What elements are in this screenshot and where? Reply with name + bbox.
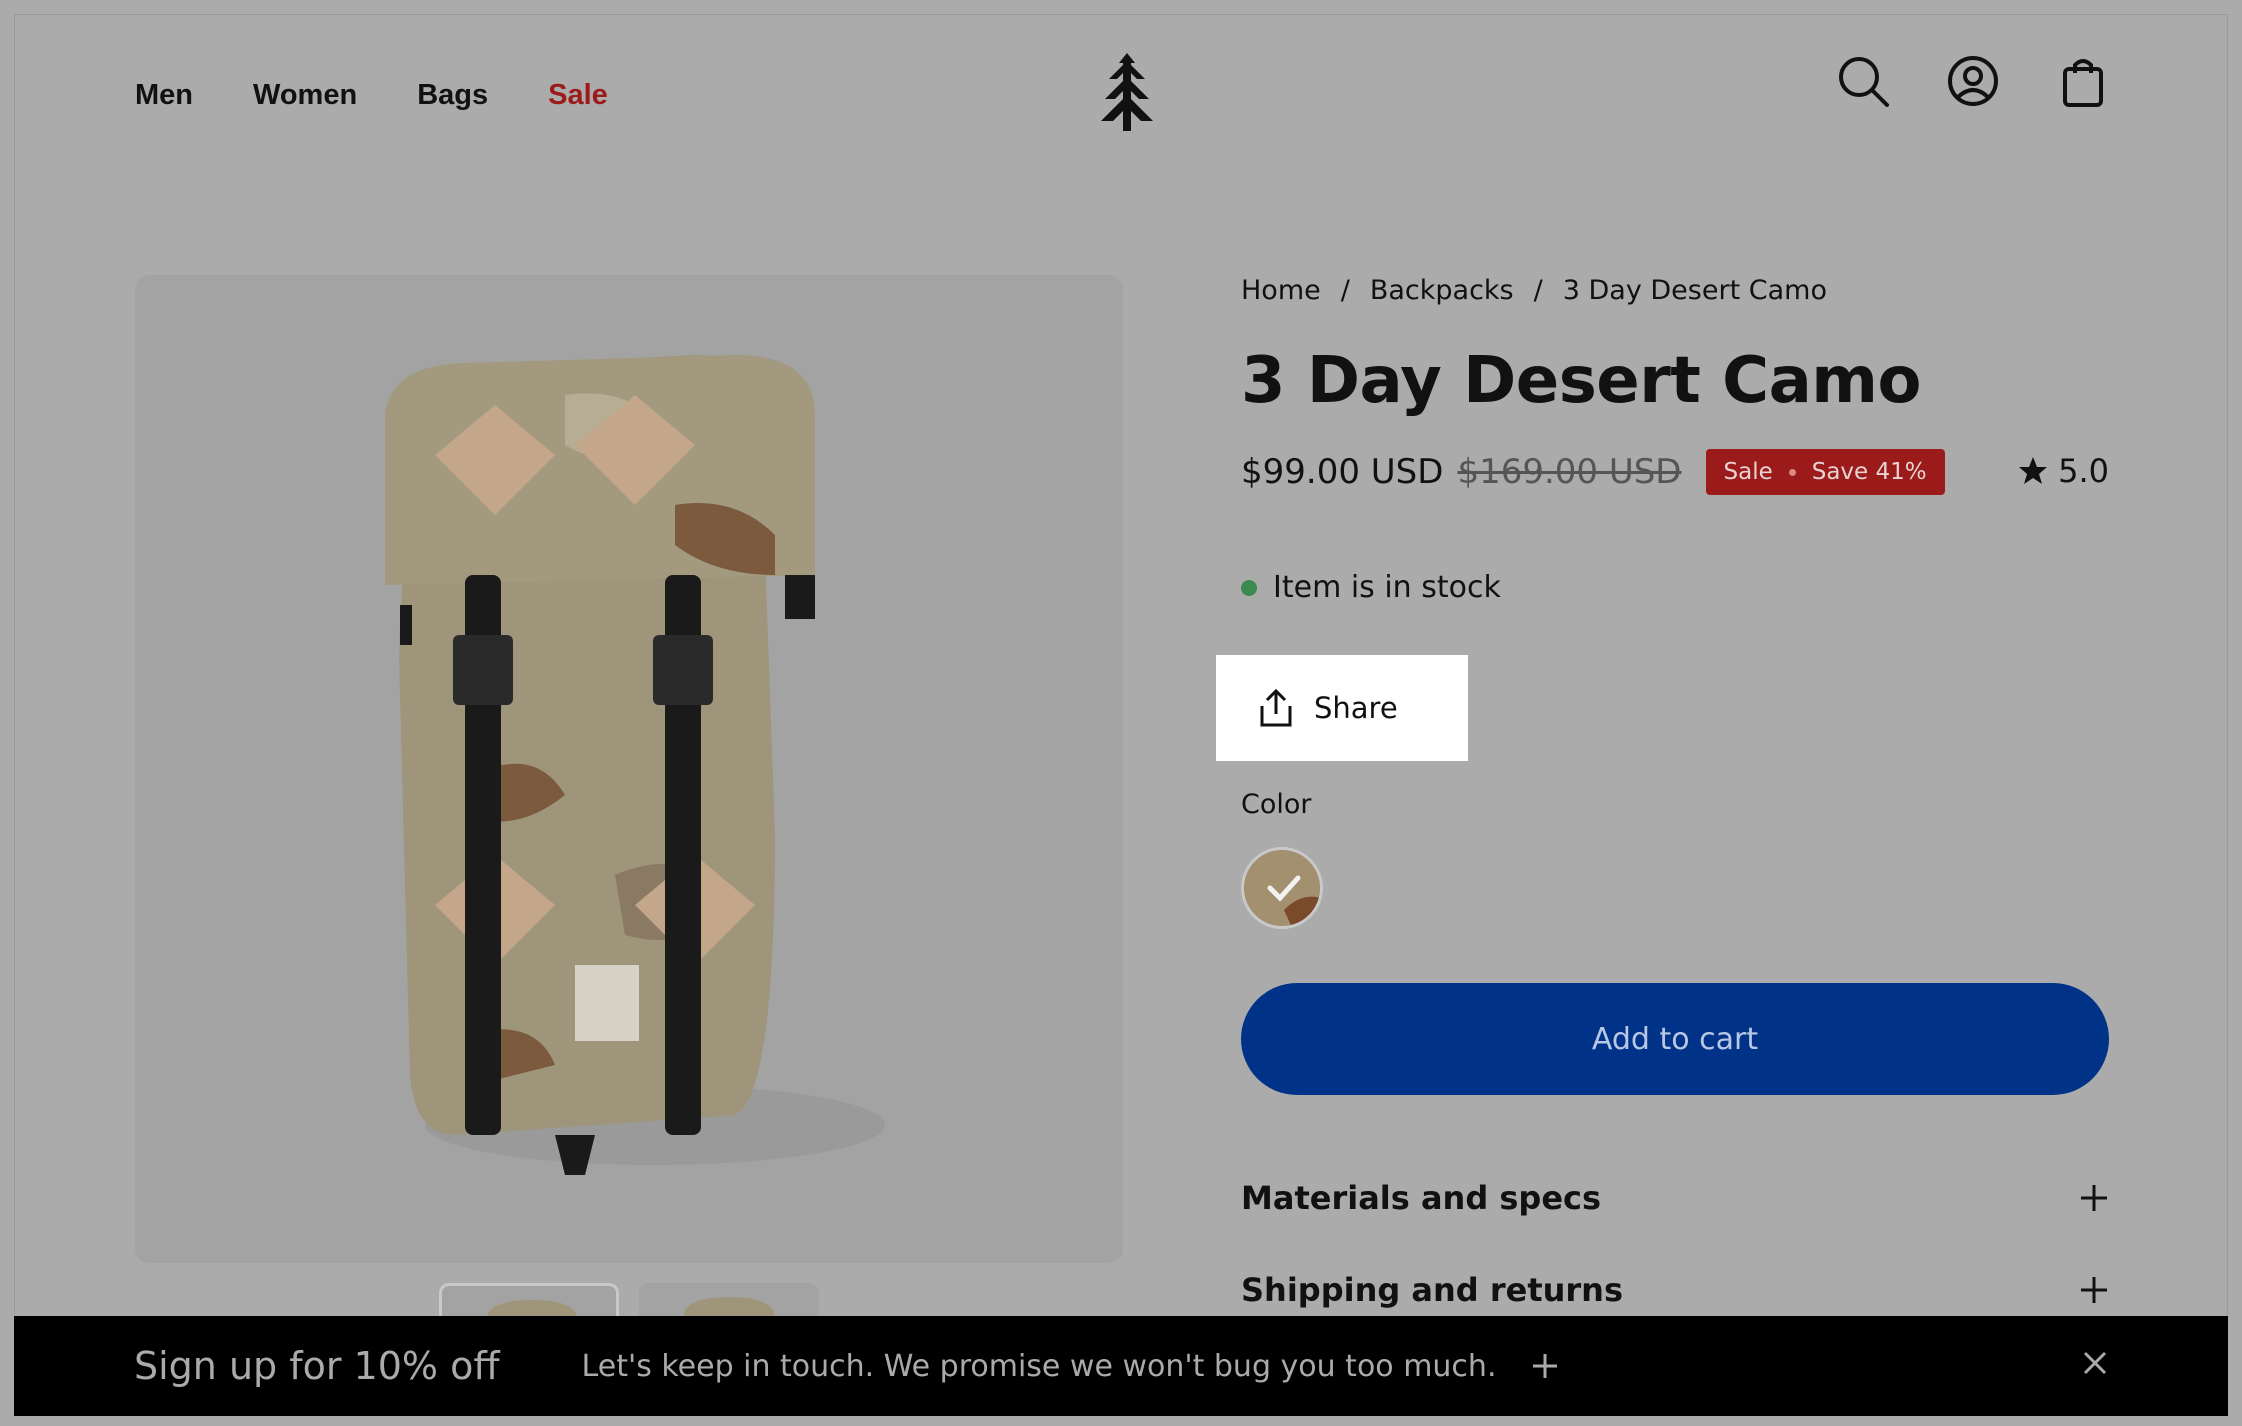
plus-icon bbox=[2081, 1185, 2107, 1211]
page-frame: Men Women Bags Sale Home / Backpacks / 3… bbox=[14, 14, 2228, 1414]
main-nav: Men Women Bags Sale bbox=[135, 79, 608, 112]
share-button[interactable]: Share bbox=[1216, 655, 1468, 761]
breadcrumb-separator: / bbox=[1533, 275, 1543, 306]
color-label: Color bbox=[1241, 789, 1312, 820]
accordion-materials[interactable]: Materials and specs bbox=[1241, 1179, 2109, 1217]
cart-bag-icon[interactable] bbox=[2055, 53, 2111, 109]
stock-text: Item is in stock bbox=[1273, 570, 1501, 605]
signup-title[interactable]: Sign up for 10% off bbox=[134, 1344, 500, 1388]
color-swatch-desert-camo[interactable] bbox=[1241, 847, 1323, 929]
rating[interactable]: 5.0 bbox=[2018, 452, 2109, 490]
add-to-cart-button[interactable]: Add to cart bbox=[1241, 983, 2109, 1095]
breadcrumb-separator: / bbox=[1340, 275, 1350, 306]
product-image[interactable] bbox=[135, 275, 1123, 1263]
save-badge-label: Save 41% bbox=[1811, 459, 1927, 485]
product-title: 3 Day Desert Camo bbox=[1241, 344, 1921, 418]
nav-bags[interactable]: Bags bbox=[417, 79, 488, 112]
breadcrumb-backpacks[interactable]: Backpacks bbox=[1370, 275, 1514, 306]
account-icon[interactable] bbox=[1945, 53, 2001, 109]
search-icon[interactable] bbox=[1835, 53, 1891, 109]
badge-dot-icon bbox=[1788, 468, 1796, 476]
accordion-materials-label: Materials and specs bbox=[1241, 1179, 1602, 1217]
breadcrumb-home[interactable]: Home bbox=[1241, 275, 1321, 306]
star-icon bbox=[2019, 457, 2048, 484]
price-row: $99.00 USD $169.00 USD Sale Save 41% 5.0 bbox=[1241, 446, 2109, 498]
accordion-shipping[interactable]: Shipping and returns bbox=[1241, 1271, 2109, 1309]
stock-status: Item is in stock bbox=[1241, 570, 2109, 605]
compare-price: $169.00 USD bbox=[1457, 452, 1682, 492]
breadcrumb: Home / Backpacks / 3 Day Desert Camo bbox=[1241, 275, 2109, 306]
header-icons bbox=[1835, 53, 2111, 109]
nav-men[interactable]: Men bbox=[135, 79, 193, 112]
sale-badge: Sale Save 41% bbox=[1705, 449, 1945, 495]
signup-message: Let's keep in touch. We promise we won't… bbox=[581, 1348, 1497, 1384]
plus-icon bbox=[2081, 1277, 2107, 1303]
tree-logo-icon[interactable] bbox=[1087, 43, 1167, 139]
in-stock-dot-icon bbox=[1241, 579, 1257, 596]
sale-badge-label: Sale bbox=[1723, 459, 1773, 485]
nav-women[interactable]: Women bbox=[253, 79, 357, 112]
signup-bar: Sign up for 10% off Let's keep in touch.… bbox=[14, 1316, 2228, 1416]
close-icon[interactable] bbox=[2080, 1348, 2110, 1378]
nav-sale[interactable]: Sale bbox=[548, 79, 608, 112]
rating-value: 5.0 bbox=[2058, 452, 2109, 490]
expand-plus-icon[interactable] bbox=[1530, 1351, 1560, 1381]
sale-price: $99.00 USD bbox=[1241, 452, 1444, 492]
share-icon bbox=[1260, 688, 1292, 727]
share-label: Share bbox=[1314, 691, 1398, 725]
breadcrumb-current: 3 Day Desert Camo bbox=[1562, 275, 1827, 306]
product-info: Home / Backpacks / 3 Day Desert Camo 3 D… bbox=[1216, 275, 2109, 1309]
accordion-shipping-label: Shipping and returns bbox=[1241, 1271, 1623, 1309]
